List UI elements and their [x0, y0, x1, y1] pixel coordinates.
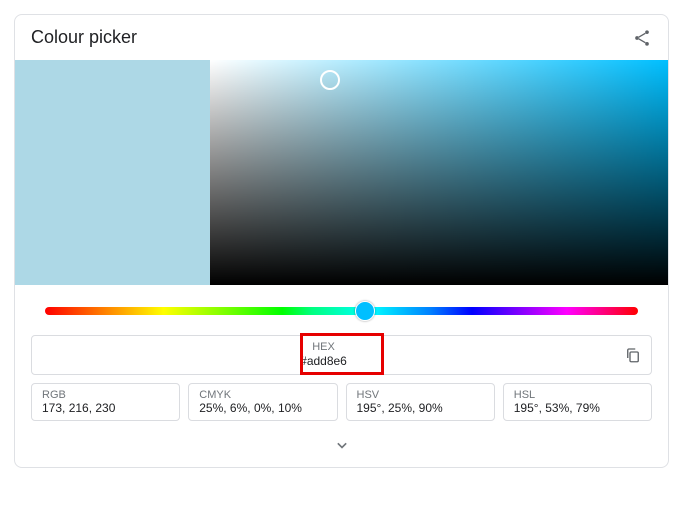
format-row: RGB 173, 216, 230 CMYK 25%, 6%, 0%, 10% … [15, 375, 668, 427]
format-rgb[interactable]: RGB 173, 216, 230 [31, 383, 180, 421]
format-label: CMYK [199, 389, 326, 401]
share-icon[interactable] [632, 28, 652, 48]
expand-toggle[interactable] [15, 427, 668, 467]
saturation-value-picker[interactable] [210, 60, 668, 285]
format-value: 195°, 53%, 79% [514, 401, 641, 415]
hex-label: HEX [32, 341, 615, 354]
colour-picker-card: Colour picker HEX #add8e6 [14, 14, 669, 468]
hex-value: #add8e6 [32, 354, 615, 368]
hue-slider[interactable] [45, 307, 638, 315]
hue-thumb[interactable] [355, 301, 375, 321]
copy-icon[interactable] [615, 346, 651, 364]
page-title: Colour picker [31, 27, 137, 48]
header: Colour picker [15, 15, 668, 60]
hex-display: HEX #add8e6 [32, 341, 615, 369]
chevron-down-icon [332, 435, 352, 455]
hue-slider-wrap [15, 285, 668, 325]
format-label: RGB [42, 389, 169, 401]
format-hsl[interactable]: HSL 195°, 53%, 79% [503, 383, 652, 421]
format-value: 195°, 25%, 90% [357, 401, 484, 415]
format-cmyk[interactable]: CMYK 25%, 6%, 0%, 10% [188, 383, 337, 421]
sv-thumb[interactable] [320, 70, 340, 90]
hex-field[interactable]: HEX #add8e6 [31, 335, 652, 375]
colour-swatch [15, 60, 210, 285]
format-value: 173, 216, 230 [42, 401, 169, 415]
format-hsv[interactable]: HSV 195°, 25%, 90% [346, 383, 495, 421]
format-label: HSL [514, 389, 641, 401]
format-value: 25%, 6%, 0%, 10% [199, 401, 326, 415]
format-label: HSV [357, 389, 484, 401]
preview-row [15, 60, 668, 285]
